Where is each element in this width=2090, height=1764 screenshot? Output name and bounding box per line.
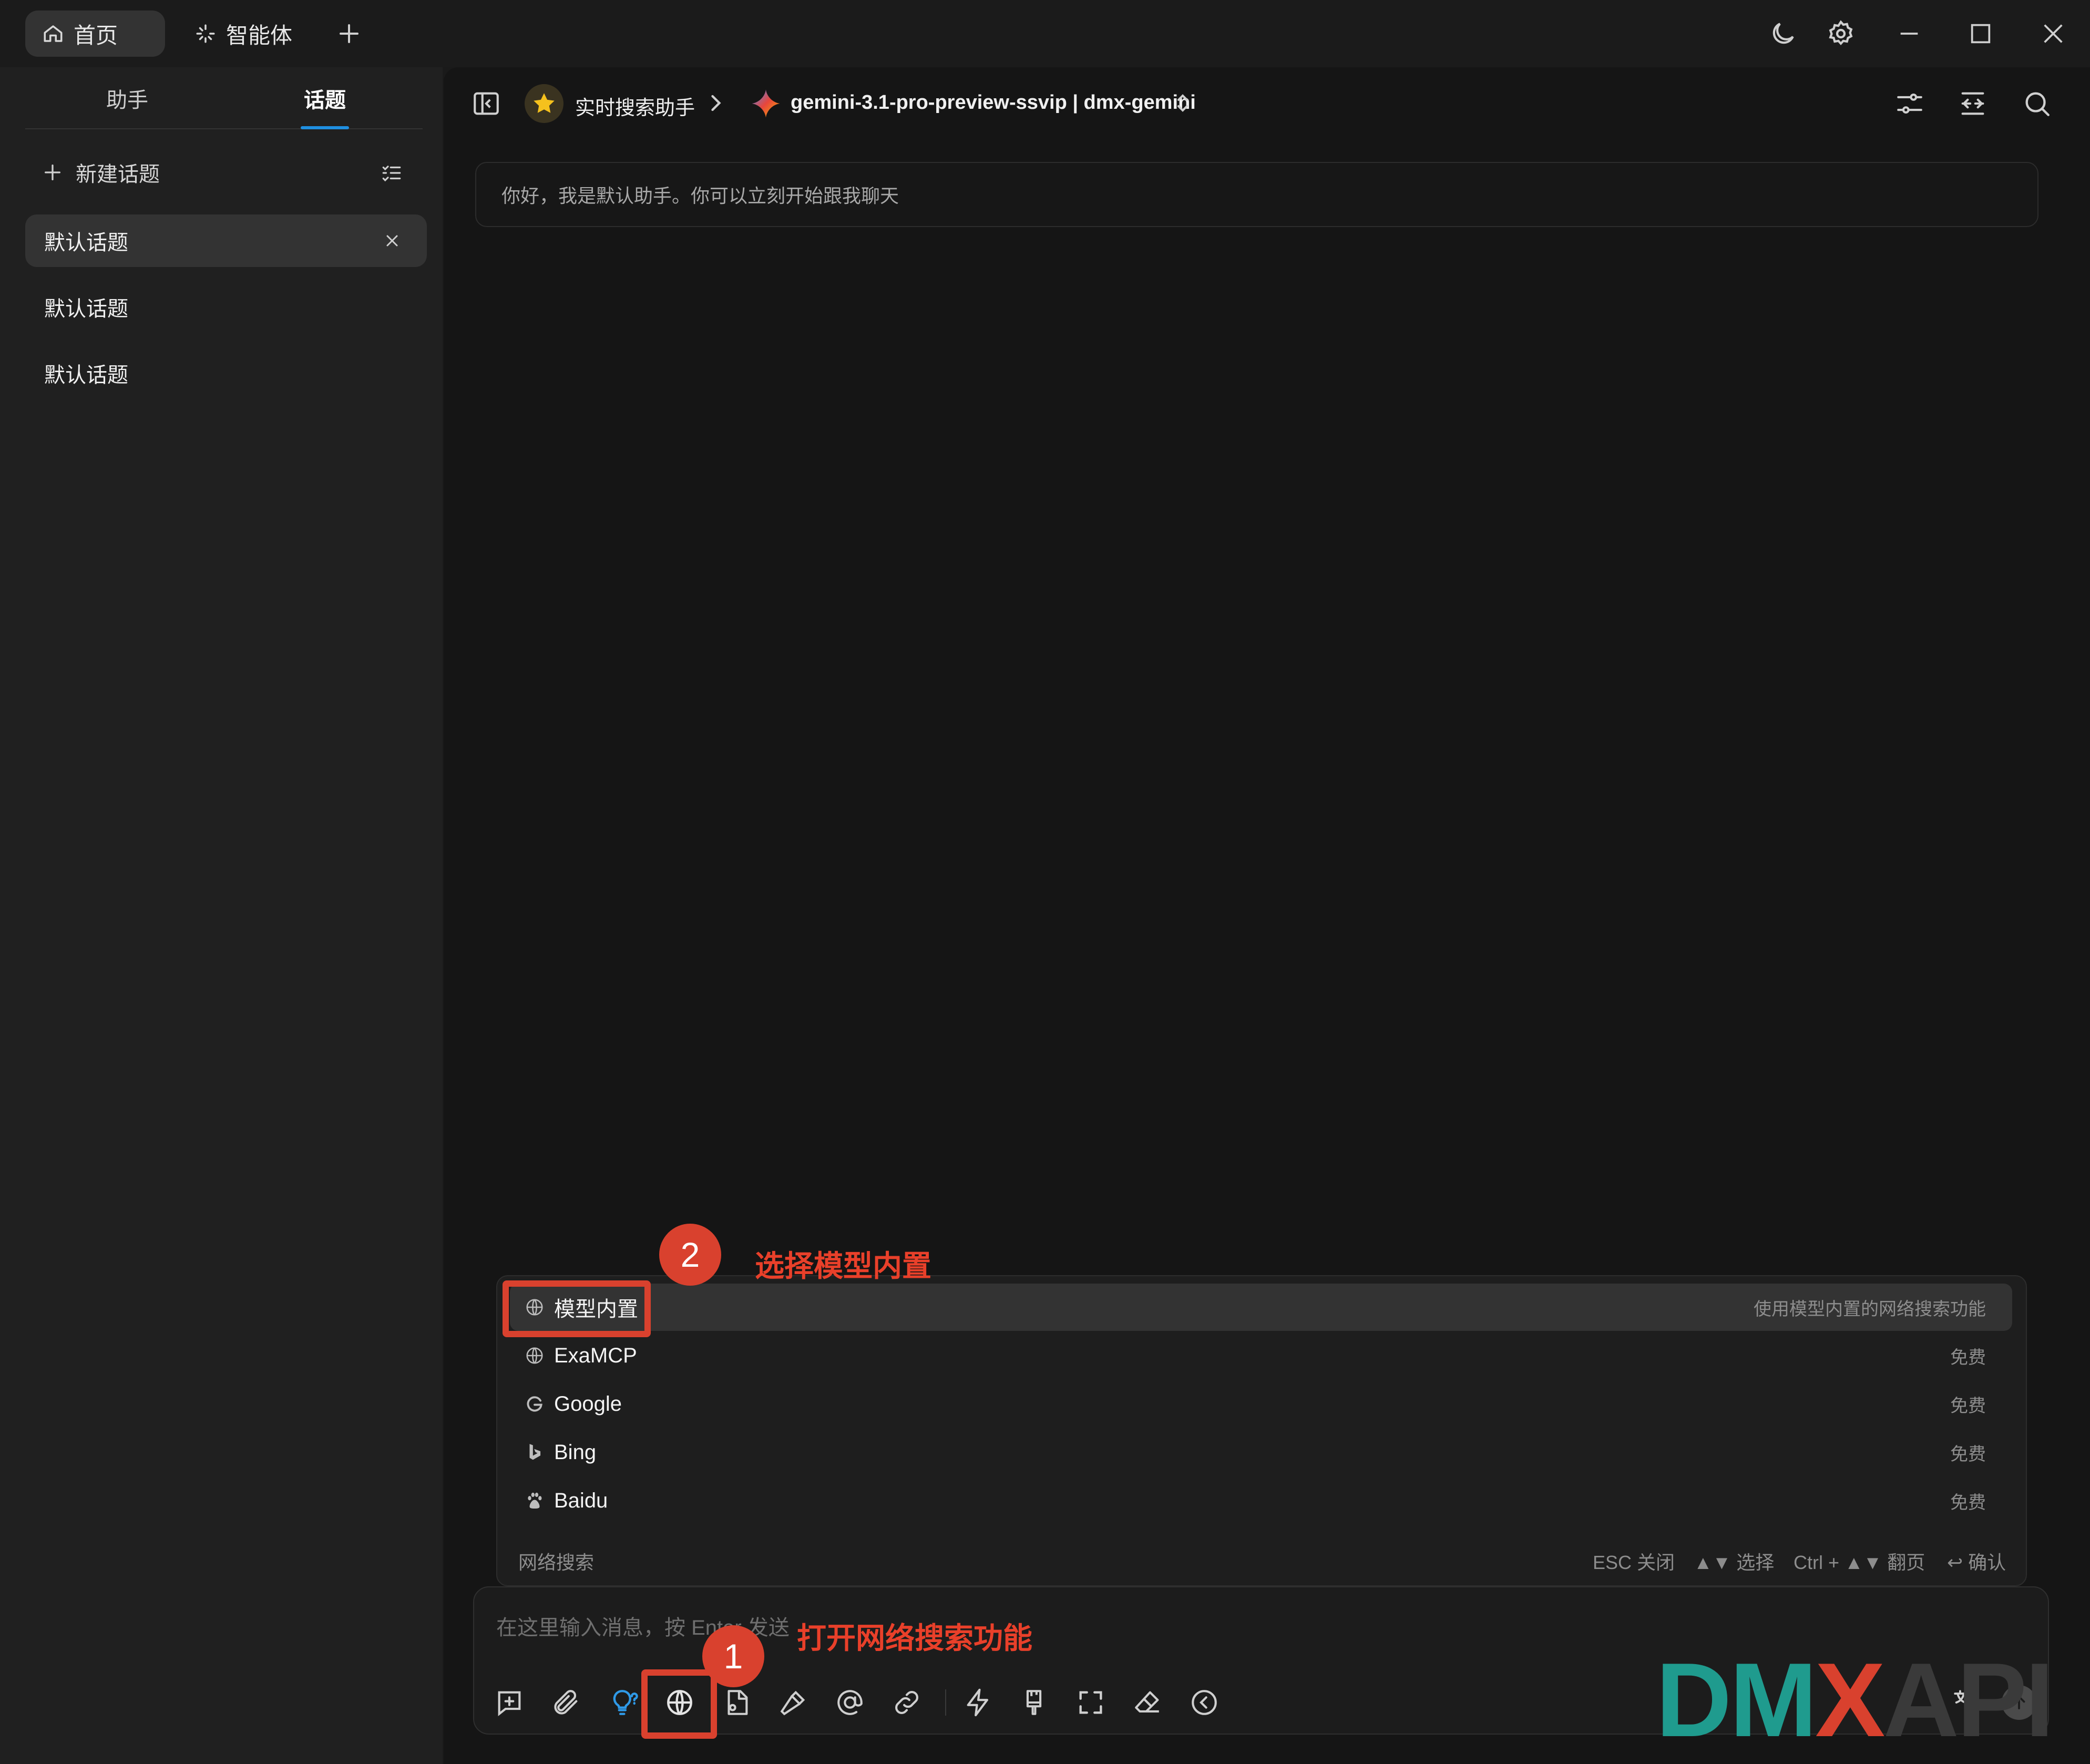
close-icon[interactable] <box>383 231 402 250</box>
toolbar-divider <box>945 1689 946 1716</box>
annotation-step-1: 1 <box>702 1625 764 1687</box>
search-option-desc: 免费 <box>1950 1492 1986 1513</box>
checklist-icon[interactable] <box>381 162 403 184</box>
globe-icon <box>525 1346 545 1366</box>
search-option-bing[interactable]: Bing 免费 <box>510 1429 2012 1476</box>
sliders-icon[interactable] <box>1894 88 1925 119</box>
bing-icon <box>525 1442 545 1462</box>
topic-item-active[interactable]: 默认话题 <box>25 214 427 267</box>
google-icon <box>525 1394 545 1414</box>
link-icon[interactable] <box>892 1687 922 1718</box>
assistant-name[interactable]: 实时搜索助手 <box>575 91 695 120</box>
model-selector[interactable]: gemini-3.1-pro-preview-ssvip | dmx-gemin… <box>791 91 1196 114</box>
watermark-dm: DM <box>1656 1642 1817 1759</box>
sparkle-icon <box>194 23 217 45</box>
hint-page: Ctrl + ▲▼ 翻页 <box>1794 1552 1925 1573</box>
hint-select: ▲▼ 选择 <box>1694 1552 1775 1573</box>
search-icon[interactable] <box>2022 88 2052 119</box>
sidebar-tab-indicator <box>301 126 349 129</box>
gemini-logo-icon <box>751 88 781 119</box>
topic-item[interactable]: 默认话题 <box>25 347 427 399</box>
sidebar-tab-topics[interactable]: 话题 <box>304 83 346 114</box>
new-topic-button[interactable]: 新建话题 <box>42 157 160 188</box>
watermark-api: API <box>1883 1642 2054 1759</box>
annotation-box-builtin <box>503 1280 651 1337</box>
search-option-google[interactable]: Google 免费 <box>510 1380 2012 1428</box>
sidebar-tab-divider <box>25 128 423 129</box>
minimize-icon[interactable] <box>1894 19 1924 48</box>
title-bar: 首页 智能体 <box>0 0 2090 67</box>
topic-label: 默认话题 <box>44 298 128 321</box>
layout-toggle-icon[interactable] <box>1958 88 1988 119</box>
hint-confirm: ↩ 确认 <box>1947 1552 2006 1573</box>
search-option-baidu[interactable]: Baidu 免费 <box>510 1477 2012 1524</box>
chevron-left-circle-icon[interactable] <box>1189 1687 1220 1718</box>
paperclip-icon[interactable] <box>551 1687 581 1718</box>
hammer-tools-icon[interactable] <box>778 1687 808 1718</box>
tab-agents[interactable]: 智能体 <box>178 11 309 57</box>
knowledge-file-icon[interactable] <box>721 1687 752 1718</box>
lightbulb-icon[interactable] <box>608 1687 638 1718</box>
paintbrush-icon[interactable] <box>1019 1687 1049 1718</box>
search-option-label: ExaMCP <box>554 1343 637 1367</box>
watermark-x: X <box>1815 1642 1885 1759</box>
tab-agents-label: 智能体 <box>226 23 293 48</box>
topic-item[interactable]: 默认话题 <box>25 281 427 333</box>
maximize-icon[interactable] <box>1966 19 1995 48</box>
home-icon <box>42 23 64 45</box>
star-icon <box>531 90 557 117</box>
fullscreen-icon[interactable] <box>1075 1687 1106 1718</box>
baidu-icon <box>525 1491 545 1511</box>
search-option-label: Baidu <box>554 1489 608 1512</box>
assistant-avatar <box>525 84 564 123</box>
tab-home[interactable]: 首页 <box>25 11 165 57</box>
search-option-desc: 免费 <box>1950 1444 1986 1464</box>
search-option-builtin[interactable]: 模型内置 使用模型内置的网络搜索功能 <box>510 1284 2012 1331</box>
dmxapi-watermark-logo: DMXAPI <box>1656 1640 2054 1761</box>
popup-footer-title: 网络搜索 <box>518 1552 595 1573</box>
annotation-step-2: 2 <box>659 1224 721 1286</box>
search-option-desc: 免费 <box>1950 1396 1986 1416</box>
lightning-icon[interactable] <box>963 1687 993 1718</box>
sidebar-toggle-icon[interactable] <box>471 88 501 119</box>
sidebar-tab-assistants[interactable]: 助手 <box>106 83 148 114</box>
search-option-desc: 使用模型内置的网络搜索功能 <box>1754 1299 1986 1319</box>
add-tab-plus-icon[interactable] <box>336 21 362 46</box>
new-topic-icon[interactable] <box>494 1687 525 1718</box>
chevron-right-icon <box>702 89 730 117</box>
annotation-text-step-1: 打开网络搜索功能 <box>797 1622 1032 1655</box>
tab-home-label: 首页 <box>74 23 118 48</box>
at-mention-icon[interactable] <box>835 1687 865 1718</box>
hint-esc-close: ESC 关闭 <box>1593 1552 1675 1573</box>
web-search-popup: 模型内置 使用模型内置的网络搜索功能 ExaMCP 免费 Google 免费 B… <box>496 1275 2027 1586</box>
close-window-icon[interactable] <box>2038 19 2068 48</box>
search-option-label: Bing <box>554 1440 597 1464</box>
welcome-message: 你好，我是默认助手。你可以立刻开始跟我聊天 <box>475 162 2038 227</box>
search-option-examcp[interactable]: ExaMCP 免费 <box>510 1332 2012 1379</box>
eraser-icon[interactable] <box>1132 1687 1163 1718</box>
moon-icon[interactable] <box>1768 19 1798 48</box>
search-option-label: Google <box>554 1392 622 1416</box>
gear-icon[interactable] <box>1826 19 1856 48</box>
topic-label: 默认话题 <box>44 364 128 387</box>
chevron-updown-icon[interactable] <box>1170 90 1195 116</box>
annotation-box-globe <box>641 1669 717 1739</box>
search-option-desc: 免费 <box>1950 1347 1986 1368</box>
popup-footer: 网络搜索 ESC 关闭 ▲▼ 选择 Ctrl + ▲▼ 翻页 ↩ 确认 <box>497 1547 2026 1574</box>
topic-label: 默认话题 <box>44 231 128 254</box>
plus-icon <box>42 162 63 183</box>
sidebar: 助手 话题 新建话题 默认话题 默认话题 默认话题 <box>0 67 443 1764</box>
new-topic-label: 新建话题 <box>76 163 160 186</box>
welcome-text: 你好，我是默认助手。你可以立刻开始跟我聊天 <box>501 185 899 207</box>
annotation-text-step-2: 选择模型内置 <box>755 1249 931 1283</box>
